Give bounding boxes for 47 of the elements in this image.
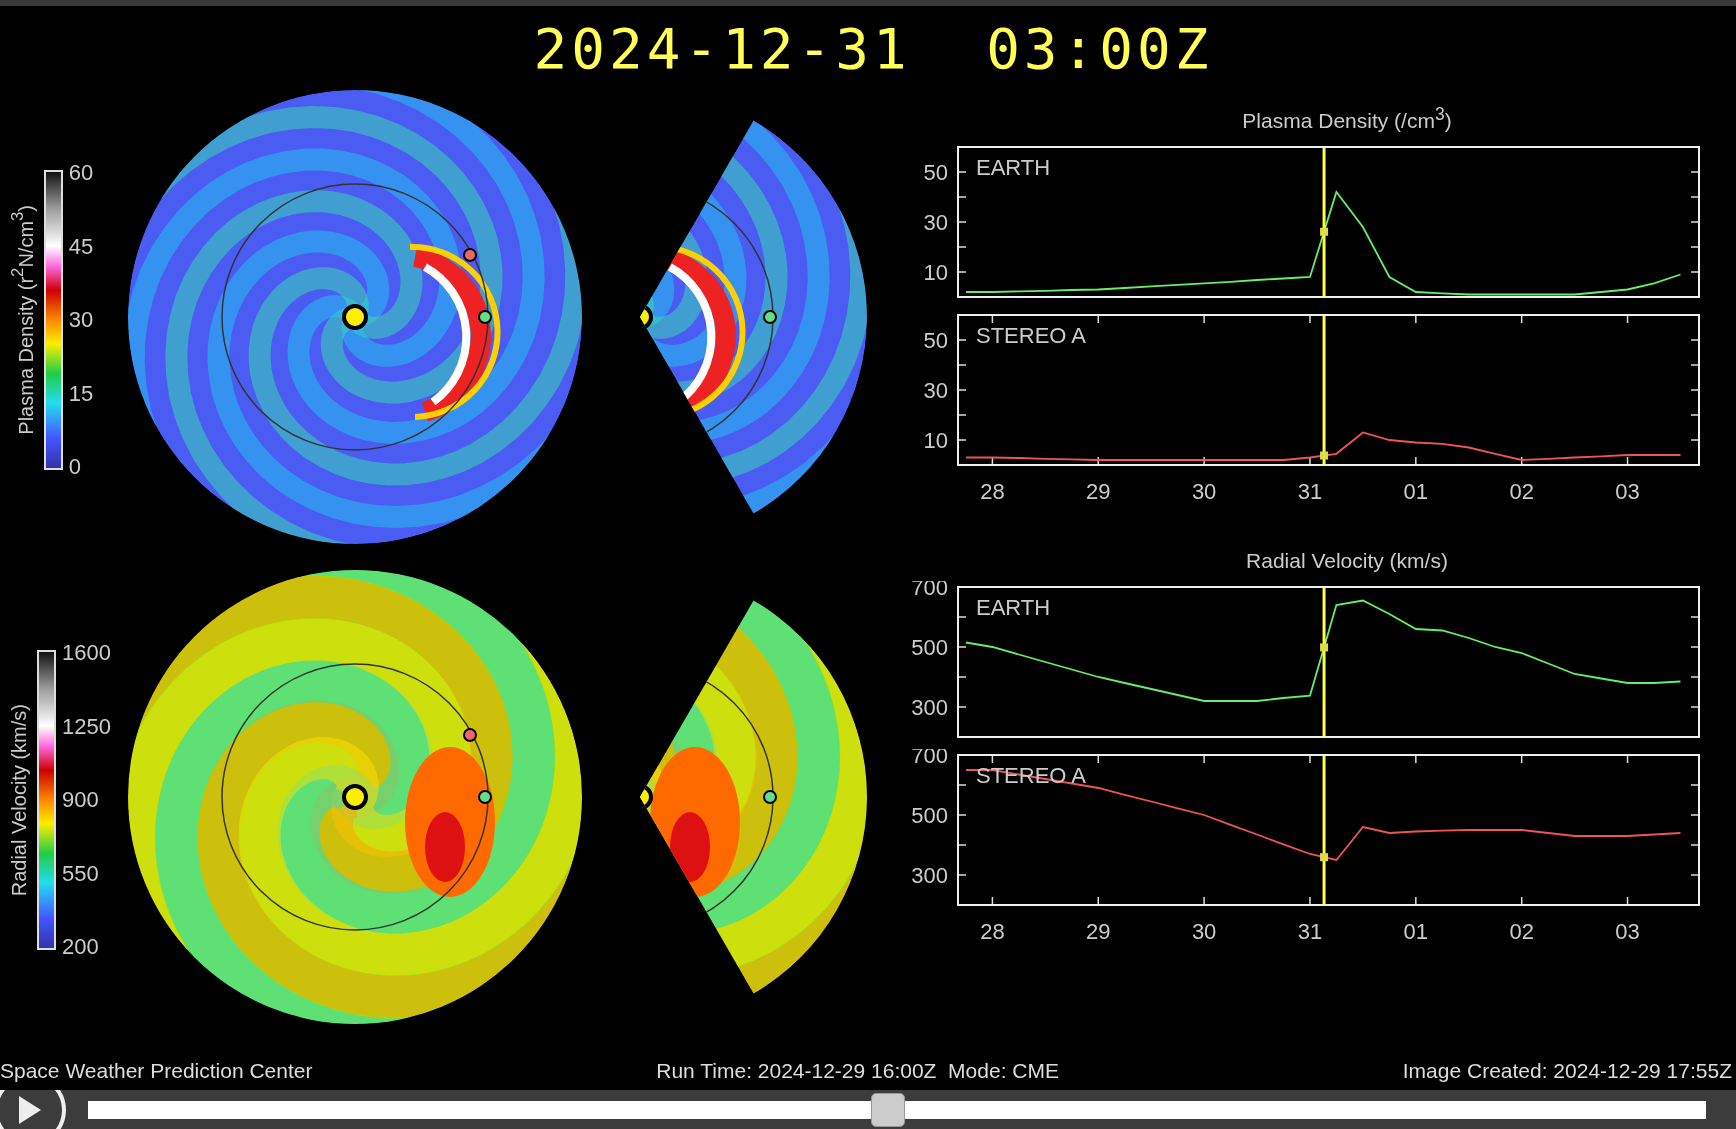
axis-label: 02	[1509, 479, 1534, 504]
axis-label: 01	[1403, 919, 1429, 944]
axis-label: 30	[923, 378, 948, 403]
footer-text: Space Weather Prediction Center	[0, 1059, 313, 1083]
axis-label: 28	[980, 479, 1005, 504]
axis-label: 03	[1615, 479, 1640, 504]
colorbar-tick-label: 0	[68, 454, 82, 480]
axis-label: 30	[1191, 479, 1217, 504]
axis-label: 300	[911, 695, 948, 720]
panel-label: EARTH	[976, 155, 1051, 180]
timeline-slider[interactable]	[88, 1092, 1706, 1127]
axis-label: 31	[1297, 479, 1323, 504]
axis-label: 50	[923, 328, 948, 353]
axis-label: 01	[1403, 479, 1429, 504]
slider-thumb[interactable]	[871, 1092, 906, 1127]
axis-label: 10	[923, 260, 948, 285]
footer-text: Image Created: 2024-12-29 17:55Z	[1402, 1059, 1732, 1083]
colorbar-tick-label: 200	[62, 934, 100, 960]
axis-label: 03	[1615, 919, 1640, 944]
colorbar-tick-label: 1600	[62, 640, 111, 666]
play-icon	[17, 1093, 43, 1126]
axis-label: 31	[1297, 919, 1323, 944]
axis-label: 500	[911, 635, 948, 660]
axis-label: 300	[911, 863, 948, 888]
panel-label: STEREO A	[976, 323, 1087, 348]
plot-title: Plasma Density (/cm$^{3}$)	[1242, 104, 1452, 133]
colorbar-title: Radial Velocity (km/s)	[8, 703, 31, 897]
panel-label: EARTH	[976, 595, 1051, 620]
axis-label: 50	[923, 160, 948, 185]
axis-label: 29	[1086, 479, 1111, 504]
timestamp-title: 2024-12-31 03:00Z	[533, 15, 1213, 81]
axis-label: 28	[980, 919, 1005, 944]
colorbar-tick-label: 30	[68, 307, 94, 333]
colorbar-tick-label: 15	[68, 380, 94, 407]
colorbar-tick-label: 550	[62, 860, 100, 887]
colorbar-tick-label: 1250	[62, 713, 111, 740]
axis-label: 10	[923, 428, 948, 453]
axis-label: 30	[1191, 919, 1217, 944]
colorbar-tick-label: 60	[68, 160, 94, 186]
axis-label: 30	[923, 210, 948, 235]
colorbar-tick-label: 45	[68, 233, 94, 260]
axis-label: 500	[911, 803, 948, 828]
footer-text: Run Time: 2024-12-29 16:00Z Mode: CME	[656, 1059, 1059, 1083]
plot-title: Radial Velocity (km/s)	[1246, 549, 1448, 573]
colorbar-tick-label: 900	[62, 787, 100, 813]
axis-label: 02	[1509, 919, 1534, 944]
axis-label: 29	[1086, 919, 1111, 944]
